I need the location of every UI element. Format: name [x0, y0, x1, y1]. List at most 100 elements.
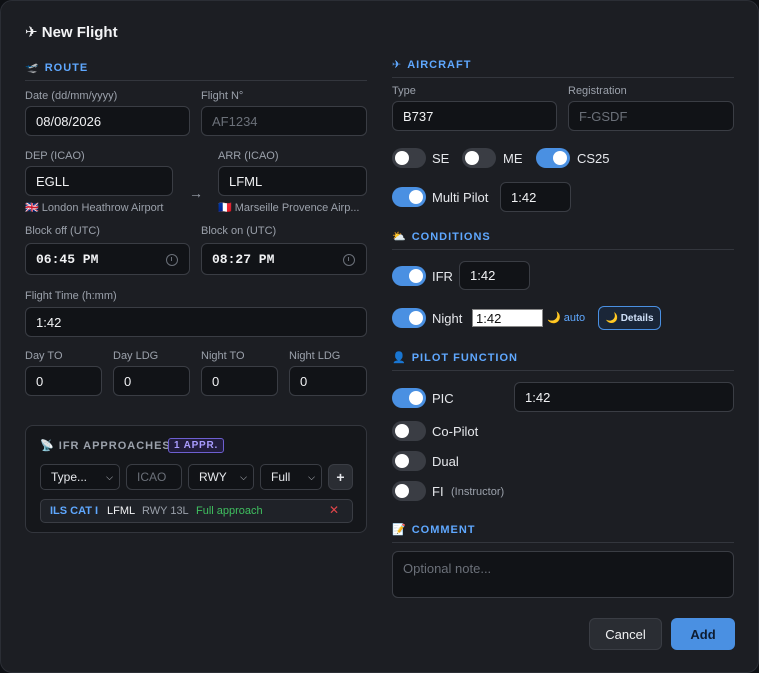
approach-mode-value: Full	[271, 470, 291, 484]
approach-count-badge: 1 APPR.	[168, 438, 225, 453]
toggle-knob	[553, 151, 567, 165]
toggle-knob	[409, 190, 423, 204]
date-label: Date (dd/mm/yyyy)	[25, 90, 118, 102]
se-toggle[interactable]	[392, 148, 426, 168]
approach-row-mode: Full approach	[196, 505, 263, 517]
toggle-knob	[465, 151, 479, 165]
fi-toggle[interactable]	[392, 481, 426, 501]
arr-airport-name: 🇫🇷 Marseille Provence Airp...	[218, 201, 368, 214]
cs25-toggle[interactable]	[536, 148, 570, 168]
block-off-value: 06:45 PM	[36, 251, 99, 267]
date-input[interactable]: 08/08/2026	[25, 106, 190, 136]
comment-textarea[interactable]: Optional note...	[392, 551, 734, 598]
day-ldg-input[interactable]: 0	[113, 366, 190, 396]
registration-label: Registration	[568, 85, 627, 97]
add-button[interactable]: Add	[671, 618, 735, 650]
approach-row-icao: LFML	[107, 505, 136, 517]
ifr-approaches-title: IFR APPROACHES	[58, 440, 171, 452]
toggle-knob	[409, 391, 423, 405]
dep-label: DEP (ICAO)	[25, 150, 85, 162]
chevron-down-icon: ⌵	[308, 471, 315, 482]
me-label: ME	[503, 151, 523, 166]
pic-label: PIC	[432, 391, 454, 406]
block-on-input[interactable]: 08:27 PM	[201, 243, 367, 275]
dep-airport-label: London Heathrow Airport	[41, 202, 164, 214]
night-toggle[interactable]	[392, 308, 426, 328]
approach-icao-input[interactable]: ICAO	[126, 464, 182, 490]
night-ldg-label: Night LDG	[289, 350, 341, 362]
night-ldg-input[interactable]: 0	[289, 366, 367, 396]
arr-airport-label: Marseille Provence Airp...	[234, 202, 360, 214]
copilot-toggle[interactable]	[392, 421, 426, 441]
toggle-knob	[395, 454, 409, 468]
me-toggle[interactable]	[462, 148, 496, 168]
dep-airport-name: 🇬🇧 London Heathrow Airport	[25, 201, 180, 214]
chevron-down-icon: ⌵	[240, 471, 247, 482]
ifr-time-input[interactable]: 1:42	[459, 261, 530, 290]
approach-rwy-select[interactable]: RWY ⌵	[188, 464, 254, 490]
approach-type-value: Type...	[51, 470, 88, 484]
day-ldg-label: Day LDG	[113, 350, 159, 362]
toggle-knob	[395, 484, 409, 498]
fi-note: (Instructor)	[451, 486, 505, 498]
block-on-label: Block on (UTC)	[201, 225, 277, 237]
pilot-function-section-header: 👤 PILOT FUNCTION	[392, 351, 734, 371]
remove-approach-icon[interactable]: ✕	[329, 503, 339, 517]
registration-input[interactable]: F-GSDF	[568, 101, 734, 131]
pilot-function-section-title: PILOT FUNCTION	[411, 352, 518, 364]
clock-icon[interactable]	[343, 254, 355, 266]
block-off-input[interactable]: 06:45 PM	[25, 243, 190, 275]
se-label: SE	[432, 151, 450, 166]
toggle-knob	[409, 311, 423, 325]
departure-icon: 🛫	[25, 62, 40, 74]
type-label: Type	[392, 85, 416, 97]
weather-icon: ⛅	[392, 231, 407, 243]
arrow-right-icon: →	[189, 185, 203, 201]
approach-type-select[interactable]: Type... ⌵	[40, 464, 120, 490]
arr-label: ARR (ICAO)	[218, 150, 279, 162]
block-on-value: 08:27 PM	[212, 251, 275, 267]
aircraft-section-title: AIRCRAFT	[407, 59, 472, 71]
day-to-input[interactable]: 0	[25, 366, 102, 396]
day-to-label: Day TO	[25, 350, 63, 362]
dialog-title: ✈ New Flight	[25, 24, 118, 41]
person-icon: 👤	[392, 352, 407, 364]
pic-toggle[interactable]	[392, 388, 426, 408]
approach-row-type: ILS CAT I	[50, 505, 99, 517]
block-off-label: Block off (UTC)	[25, 225, 100, 237]
multi-pilot-time-input[interactable]: 1:42	[500, 182, 571, 212]
chevron-down-icon: ⌵	[106, 471, 113, 482]
pic-time-input[interactable]: 1:42	[514, 382, 734, 412]
satellite-icon: 📡	[40, 440, 55, 452]
clock-icon[interactable]	[166, 254, 178, 266]
france-flag-icon: 🇫🇷	[218, 202, 232, 214]
flight-time-label: Flight Time (h:mm)	[25, 290, 117, 302]
approach-mode-select[interactable]: Full ⌵	[260, 464, 322, 490]
flight-no-input[interactable]: AF1234	[201, 106, 367, 136]
add-approach-button[interactable]: +	[328, 464, 353, 490]
new-flight-dialog: ✈ New Flight 🛫 ROUTE Date (dd/mm/yyyy) 08…	[0, 0, 759, 673]
uk-flag-icon: 🇬🇧	[25, 202, 39, 214]
night-to-input[interactable]: 0	[201, 366, 278, 396]
ifr-label: IFR	[432, 269, 453, 284]
dual-toggle[interactable]	[392, 451, 426, 471]
toggle-knob	[395, 151, 409, 165]
night-time-input[interactable]: 1:42	[472, 309, 543, 327]
ifr-approaches-header: 📡 IFR APPROACHES	[40, 439, 171, 452]
copilot-label: Co-Pilot	[432, 424, 479, 439]
night-details-button[interactable]: 🌙 Details	[598, 306, 661, 330]
flight-time-input[interactable]: 1:42	[25, 307, 367, 337]
ifr-toggle[interactable]	[392, 266, 426, 286]
approach-row: ILS CAT I LFML RWY 13L Full approach ✕	[40, 499, 353, 523]
multi-pilot-toggle[interactable]	[392, 187, 426, 207]
route-section-header: 🛫 ROUTE	[25, 61, 367, 81]
arr-input[interactable]: LFML	[218, 166, 367, 196]
aircraft-type-input[interactable]: B737	[392, 101, 557, 131]
toggle-knob	[395, 424, 409, 438]
cancel-button[interactable]: Cancel	[589, 618, 662, 650]
memo-icon: 📝	[392, 524, 407, 536]
dep-input[interactable]: EGLL	[25, 166, 173, 196]
ifr-approaches-card: 📡 IFR APPROACHES 1 APPR. Type... ⌵ ICAO …	[25, 425, 367, 533]
night-to-label: Night TO	[201, 350, 245, 362]
conditions-section-header: ⛅ CONDITIONS	[392, 230, 734, 250]
